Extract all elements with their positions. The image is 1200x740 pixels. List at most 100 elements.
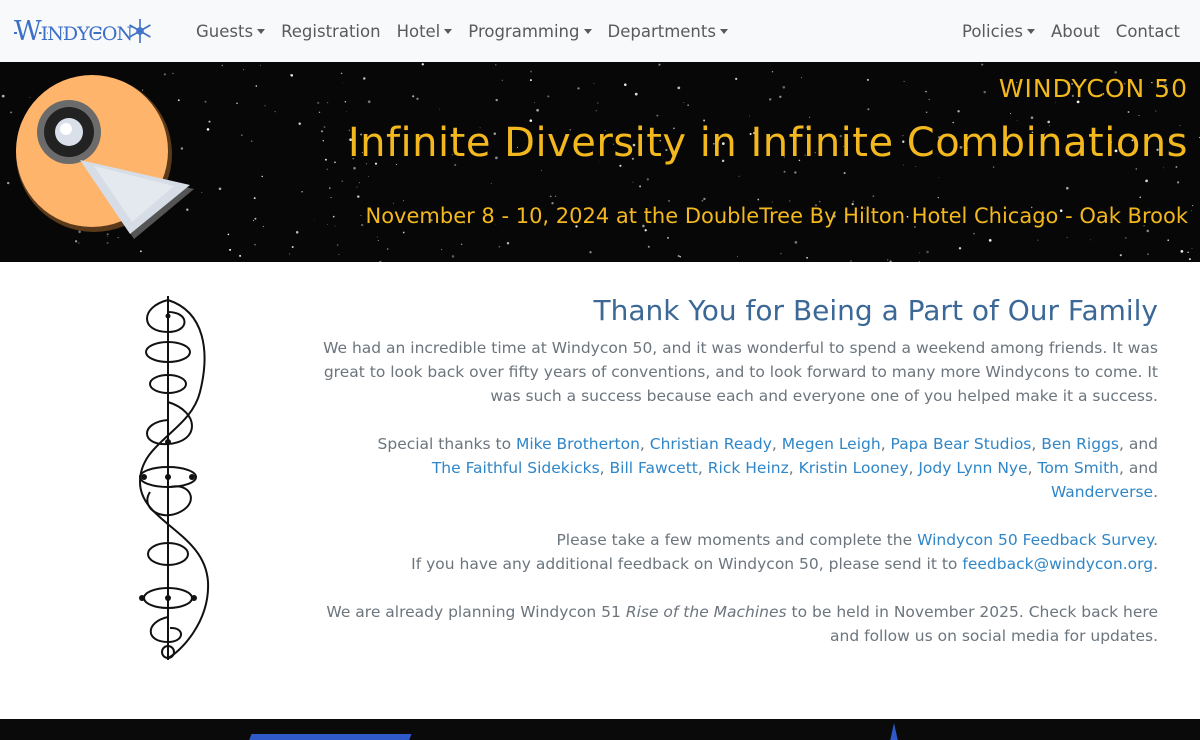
star (771, 71, 774, 73)
nav-guests[interactable]: Guests (188, 22, 273, 41)
star (261, 175, 263, 178)
star (359, 182, 360, 184)
star (327, 102, 329, 104)
star (918, 261, 920, 262)
star (1066, 236, 1068, 238)
nav-about[interactable]: About (1043, 22, 1108, 41)
star (403, 200, 405, 202)
link-ben-riggs[interactable]: Ben Riggs (1041, 435, 1119, 453)
star (377, 240, 379, 241)
star (78, 242, 80, 244)
link-tom-smith[interactable]: Tom Smith (1037, 459, 1119, 477)
star (866, 78, 869, 81)
next-theme-title: Rise of the Machines (625, 603, 787, 621)
star (291, 246, 294, 248)
star (819, 201, 821, 203)
link-megen-leigh[interactable]: Megen Leigh (782, 435, 881, 453)
star (7, 181, 10, 185)
star (887, 259, 889, 261)
main-content: Thank You for Being a Part of Our Family… (322, 292, 1158, 672)
star (363, 77, 366, 80)
star (957, 110, 960, 113)
link-feedback-survey[interactable]: Windycon 50 Feedback Survey (917, 531, 1153, 549)
star (928, 98, 930, 101)
star (290, 74, 294, 77)
star (677, 254, 680, 258)
star (1180, 250, 1184, 253)
star (1146, 229, 1150, 233)
star (1030, 116, 1034, 120)
nav-departments[interactable]: Departments (600, 22, 736, 41)
star (289, 253, 291, 255)
link-kristin-looney[interactable]: Kristin Looney (799, 459, 909, 477)
separator: , and (1118, 435, 1158, 453)
star (301, 191, 303, 193)
link-jody-lynn-nye[interactable]: Jody Lynn Nye (918, 459, 1027, 477)
star (438, 108, 440, 110)
star (206, 128, 210, 131)
star (236, 102, 238, 105)
star (906, 85, 907, 87)
link-wanderverse[interactable]: Wanderverse (1051, 483, 1153, 501)
link-mike-brotherton[interactable]: Mike Brotherton (516, 435, 640, 453)
star (367, 100, 371, 104)
star (412, 95, 415, 98)
link-papa-bear-studios[interactable]: Papa Bear Studios (891, 435, 1032, 453)
star (737, 256, 738, 257)
hero-banner: WINDYCON 50 Infinite Diversity in Infini… (0, 62, 1200, 262)
star (386, 248, 389, 250)
star (958, 247, 962, 250)
star (634, 92, 638, 96)
nav-programming[interactable]: Programming (460, 22, 599, 41)
star (330, 197, 332, 199)
star (679, 256, 681, 258)
link-feedback-email[interactable]: feedback@windycon.org (962, 555, 1153, 573)
logo-text: Windycon (14, 15, 133, 47)
star (534, 102, 535, 103)
navbar: Windycon Guests Registration Hotel Progr… (0, 0, 1200, 62)
link-christian-ready[interactable]: Christian Ready (650, 435, 772, 453)
separator: , (697, 459, 708, 477)
star (1, 94, 5, 98)
nav-contact[interactable]: Contact (1108, 22, 1188, 41)
nav-hotel[interactable]: Hotel (389, 22, 461, 41)
windycon-emblem (16, 75, 194, 239)
nav-left: Guests Registration Hotel Programming De… (188, 0, 736, 62)
star (782, 85, 786, 89)
nav-label: Guests (196, 21, 254, 41)
star (322, 140, 324, 142)
star (644, 229, 647, 232)
star (326, 168, 328, 170)
star (402, 231, 405, 234)
star (779, 95, 782, 99)
star (1191, 204, 1194, 207)
decorative-scroll-ornament (138, 296, 210, 660)
star (735, 77, 738, 81)
star (10, 111, 13, 114)
caret-down-icon (257, 28, 266, 34)
link-rick-heinz[interactable]: Rick Heinz (708, 459, 789, 477)
link-faithful-sidekicks[interactable]: The Faithful Sidekicks (432, 459, 600, 477)
star (323, 126, 326, 128)
nav-label: Policies (961, 21, 1023, 41)
star (498, 245, 501, 248)
star (341, 180, 344, 183)
star (506, 242, 510, 245)
star (379, 260, 382, 262)
star (1191, 210, 1193, 212)
star (983, 90, 986, 94)
star (253, 197, 256, 200)
caret-down-icon (583, 28, 592, 34)
star (738, 175, 740, 177)
star (1037, 239, 1039, 241)
star (1191, 248, 1193, 250)
star (239, 254, 242, 257)
nav-registration[interactable]: Registration (273, 22, 389, 41)
link-bill-fawcett[interactable]: Bill Fawcett (610, 459, 698, 477)
star (789, 200, 791, 202)
nav-policies[interactable]: Policies (954, 22, 1043, 41)
windycon-logo[interactable]: Windycon (14, 11, 174, 51)
star (1155, 110, 1157, 112)
star (336, 244, 339, 246)
star (332, 215, 335, 218)
